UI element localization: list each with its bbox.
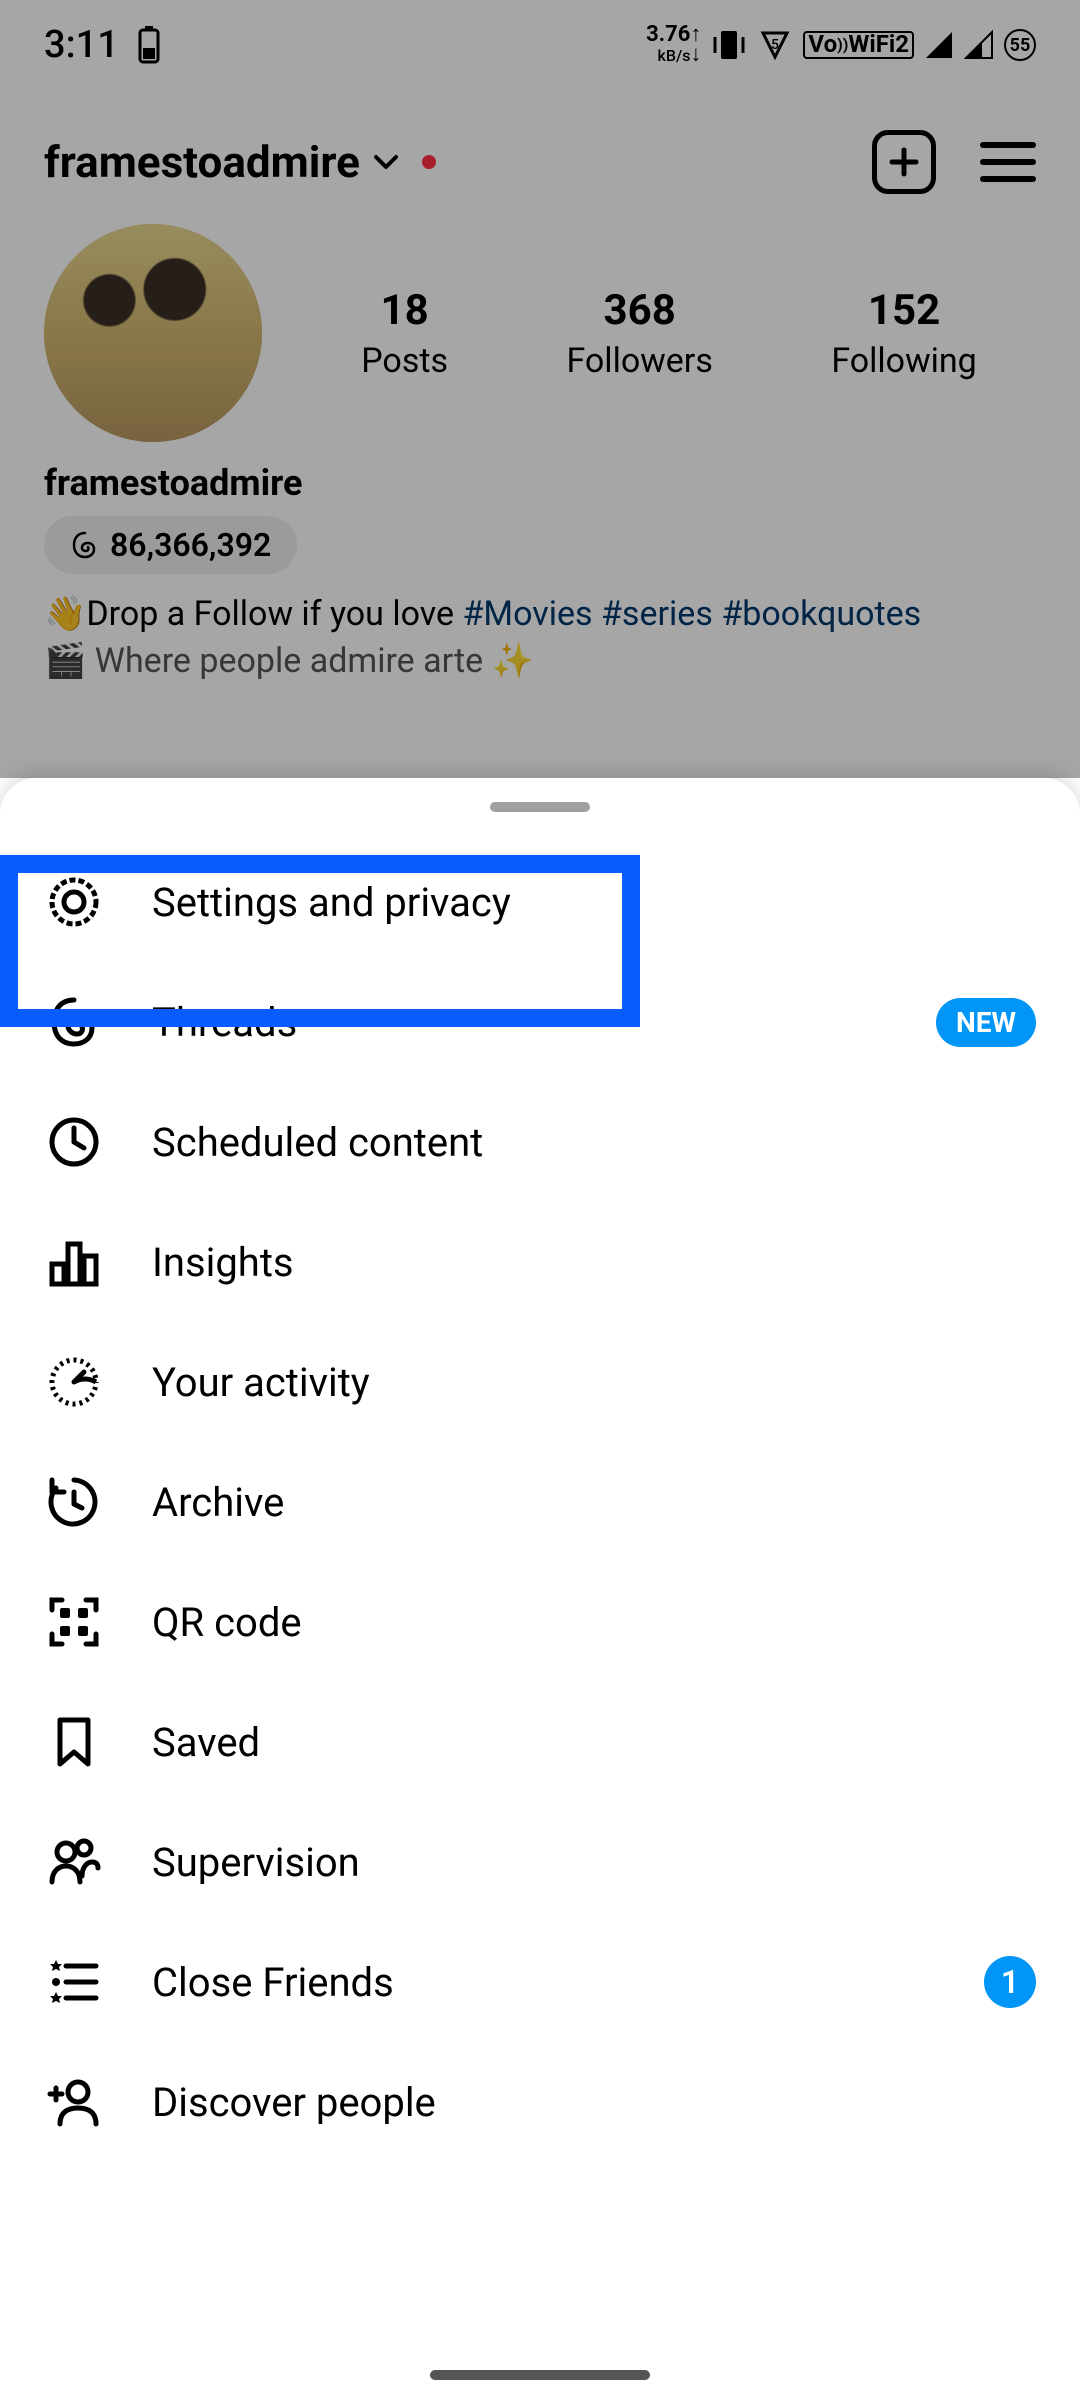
android-nav-handle[interactable]	[430, 2370, 650, 2380]
create-post-button[interactable]	[872, 130, 936, 194]
status-time: 3:11	[44, 23, 119, 67]
new-badge: NEW	[936, 998, 1036, 1047]
insights-icon	[44, 1232, 104, 1292]
menu-settings-privacy[interactable]: Settings and privacy	[0, 842, 1080, 962]
menu-discover-people[interactable]: Discover people	[0, 2042, 1080, 2162]
bio-line-2: 🎬 Where people admire arte ✨	[44, 641, 1036, 681]
signal-1-icon: !	[924, 30, 954, 60]
archive-icon	[44, 1472, 104, 1532]
followers-count: 368	[566, 286, 712, 335]
vibrate-icon	[711, 27, 747, 63]
svg-text:!: !	[931, 36, 935, 52]
chevron-down-icon	[370, 146, 402, 178]
discover-icon	[44, 2072, 104, 2132]
menu-item-label: Your activity	[152, 1359, 1036, 1406]
menu-item-label: QR code	[152, 1599, 1036, 1646]
menu-item-label: Close Friends	[152, 1959, 936, 2006]
menu-list: Settings and privacy Threads NEW Schedul…	[0, 842, 1080, 2162]
menu-item-label: Saved	[152, 1719, 1036, 1766]
bio-text: 👋Drop a Follow if you love #Movies #seri…	[44, 588, 1036, 641]
battery-circle-icon: 55	[1004, 29, 1036, 61]
menu-item-label: Supervision	[152, 1839, 1036, 1886]
menu-item-label: Archive	[152, 1479, 1036, 1526]
menu-item-label: Discover people	[152, 2079, 1036, 2126]
vowifi-icon: Vo))WiFi2	[803, 31, 914, 59]
threads-count: 86,366,392	[110, 526, 271, 564]
menu-item-label: Threads	[152, 999, 888, 1046]
menu-item-label: Scheduled content	[152, 1119, 1036, 1166]
supervision-icon	[44, 1832, 104, 1892]
menu-threads[interactable]: Threads NEW	[0, 962, 1080, 1082]
menu-archive[interactable]: Archive	[0, 1442, 1080, 1562]
profile-username: framestoadmire	[44, 136, 360, 188]
following-count: 152	[831, 286, 976, 335]
activity-icon	[44, 1352, 104, 1412]
menu-saved[interactable]: Saved	[0, 1682, 1080, 1802]
hashtag-bookquotes[interactable]: #bookquotes	[721, 594, 921, 634]
profile-info-row: 18 Posts 368 Followers 152 Following	[0, 214, 1080, 452]
following-label: Following	[831, 341, 976, 381]
clock-icon	[44, 1112, 104, 1172]
display-name: framestoadmire	[44, 462, 1036, 504]
hashtag-series[interactable]: #series	[601, 594, 713, 634]
signal-2-icon	[964, 30, 994, 60]
followers-label: Followers	[566, 341, 712, 381]
stat-posts[interactable]: 18 Posts	[361, 286, 448, 381]
threads-badge[interactable]: 86,366,392	[44, 516, 297, 574]
posts-label: Posts	[361, 341, 448, 381]
profile-header: framestoadmire	[0, 90, 1080, 214]
hashtag-movies[interactable]: #Movies	[462, 594, 592, 634]
hamburger-menu-button[interactable]	[980, 142, 1036, 182]
sheet-drag-handle[interactable]	[490, 802, 590, 812]
menu-bottom-sheet: Settings and privacy Threads NEW Schedul…	[0, 778, 1080, 2400]
battery-small-icon	[137, 26, 161, 64]
menu-qr-code[interactable]: QR code	[0, 1562, 1080, 1682]
username-switcher[interactable]: framestoadmire	[44, 136, 852, 188]
status-bar: 3:11 3.76↑kB/s↓ 5 Vo))WiFi2 ! 55	[0, 0, 1080, 90]
notification-dot-icon	[422, 155, 436, 169]
stat-following[interactable]: 152 Following	[831, 286, 976, 381]
menu-item-label: Insights	[152, 1239, 1036, 1286]
data-saver-icon: 5	[757, 27, 793, 63]
avatar[interactable]	[44, 224, 262, 442]
menu-your-activity[interactable]: Your activity	[0, 1322, 1080, 1442]
closefriends-icon	[44, 1952, 104, 2012]
menu-supervision[interactable]: Supervision	[0, 1802, 1080, 1922]
menu-insights[interactable]: Insights	[0, 1202, 1080, 1322]
threads-small-icon	[70, 530, 100, 560]
gear-icon	[44, 872, 104, 932]
posts-count: 18	[361, 286, 448, 335]
menu-item-label: Settings and privacy	[152, 879, 1036, 926]
count-badge: 1	[984, 1956, 1036, 2008]
qr-icon	[44, 1592, 104, 1652]
bookmark-icon	[44, 1712, 104, 1772]
threads-icon	[44, 992, 104, 1052]
menu-scheduled-content[interactable]: Scheduled content	[0, 1082, 1080, 1202]
menu-close-friends[interactable]: Close Friends 1	[0, 1922, 1080, 2042]
svg-text:5: 5	[771, 37, 779, 53]
net-speed: 3.76↑kB/s↓	[646, 25, 701, 65]
stat-followers[interactable]: 368 Followers	[566, 286, 712, 381]
bio-line-1: 👋Drop a Follow if you love	[44, 594, 462, 634]
